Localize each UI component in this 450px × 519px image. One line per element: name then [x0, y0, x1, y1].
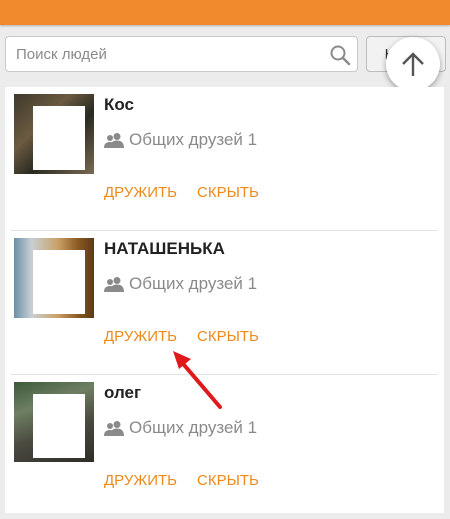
- mutual-friends-text: Общих друзей 1: [129, 274, 258, 293]
- people-icon: [104, 277, 124, 292]
- avatar[interactable]: [14, 94, 94, 174]
- person-name[interactable]: НАТАШЕНЬКА: [104, 239, 225, 259]
- add-friend-button[interactable]: ДРУЖИТЬ: [104, 328, 177, 345]
- scroll-to-top-button[interactable]: [386, 37, 440, 91]
- arrow-up-icon: [402, 52, 424, 76]
- mutual-friends: Общих друзей 1: [104, 273, 257, 295]
- card-actions: ДРУЖИТЬ СКРЫТЬ: [104, 184, 279, 201]
- mutual-friends: Общих друзей 1: [104, 129, 257, 151]
- hide-button[interactable]: СКРЫТЬ: [197, 184, 259, 201]
- avatar[interactable]: [14, 382, 94, 462]
- avatar[interactable]: [14, 238, 94, 318]
- card-actions: ДРУЖИТЬ СКРЫТЬ: [104, 328, 279, 345]
- search-box[interactable]: [5, 36, 358, 72]
- search-input[interactable]: [16, 37, 316, 71]
- add-friend-button[interactable]: ДРУЖИТЬ: [104, 184, 177, 201]
- mutual-friends-text: Общих друзей 1: [129, 418, 258, 437]
- person-name[interactable]: олег: [104, 383, 141, 403]
- annotation-arrow: [173, 351, 222, 409]
- person-name[interactable]: Кос: [104, 95, 134, 115]
- top-app-bar: [0, 0, 450, 25]
- list-item: Кос Общих друзей 1 ДРУЖИТЬ СКРЫТЬ: [5, 87, 444, 231]
- add-friend-button[interactable]: ДРУЖИТЬ: [104, 472, 177, 489]
- hide-button[interactable]: СКРЫТЬ: [197, 328, 259, 345]
- search-icon[interactable]: [329, 44, 351, 66]
- mutual-friends: Общих друзей 1: [104, 417, 257, 439]
- search-row: Найти: [0, 25, 450, 87]
- hide-button[interactable]: СКРЫТЬ: [197, 472, 259, 489]
- mutual-friends-text: Общих друзей 1: [129, 130, 258, 149]
- people-list: Кос Общих друзей 1 ДРУЖИТЬ СКРЫТЬ НАТАШЕ…: [5, 87, 444, 513]
- people-icon: [104, 421, 124, 436]
- card-actions: ДРУЖИТЬ СКРЫТЬ: [104, 472, 279, 489]
- people-icon: [104, 133, 124, 148]
